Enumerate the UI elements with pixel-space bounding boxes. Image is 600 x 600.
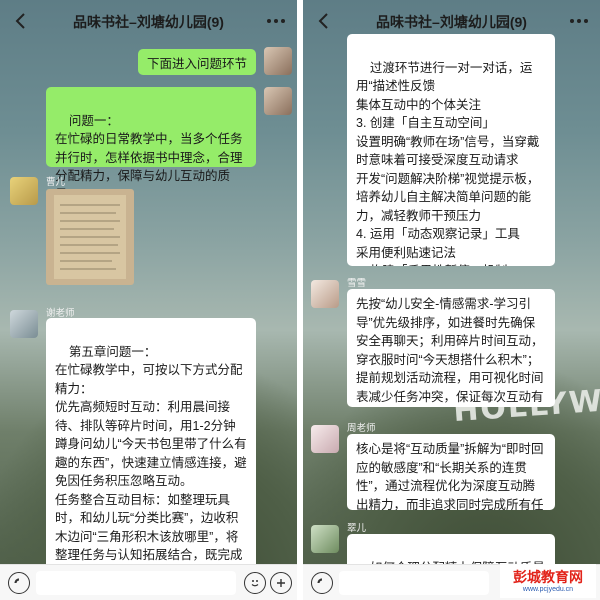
member-message-bubble[interactable]: 第五章问题一： 在忙碌教学中，可按以下方式分配精力： 优先高频短时互动：利用晨间…	[46, 318, 256, 572]
chat-title: 品味书社–刘塘幼儿园(9)	[376, 14, 527, 30]
emoji-icon[interactable]	[244, 572, 266, 594]
back-arrow-icon[interactable]	[313, 10, 335, 32]
more-options-icon[interactable]	[265, 12, 287, 30]
member-avatar[interactable]	[311, 280, 339, 308]
back-arrow-icon[interactable]	[10, 10, 32, 32]
member-avatar[interactable]	[10, 177, 38, 205]
voice-input-icon[interactable]	[311, 572, 333, 594]
message-text: 下面进入问题环节	[147, 57, 248, 71]
sender-name: 曹儿	[46, 177, 66, 188]
self-avatar[interactable]	[264, 87, 292, 115]
right-chat-pane: HOLLYWOOD 品味书社–刘塘幼儿园(9) 过渡环节进行一对一对话，运用“描…	[303, 0, 600, 600]
sender-name: 谢老师	[46, 308, 75, 319]
sender-name: 翠儿	[347, 523, 367, 534]
watermark-url: www.pcjyedu.cn	[522, 585, 574, 593]
notebook-photo-icon	[54, 195, 126, 279]
watermark-title: 彭城教育网	[513, 569, 583, 586]
message-text: 过渡环节进行一对一对话，运用“描述性反馈 集体互动中的个体关注 3. 创建「自主…	[356, 60, 540, 267]
member-message-bubble[interactable]: 先按“幼儿安全-情感需求-学习引导”优先级排序，如进餐时先确保安全再聊天；利用碎…	[347, 289, 555, 407]
self-message-bubble[interactable]: 下面进入问题环节	[138, 49, 256, 75]
site-watermark: 彭城教育网 www.pcjyedu.cn	[500, 564, 596, 598]
sender-name: 雪雪	[347, 278, 367, 289]
left-chat-pane: 品味书社–刘塘幼儿园(9) 下面进入问题环节 问题一： 在忙碌的日常教学中，当多…	[0, 0, 297, 600]
message-text: 核心是将“互动质量”拆解为“即时回应的敏感度”和“长期关系的连贯性”，通过流程优…	[356, 442, 544, 510]
add-attachment-icon[interactable]	[270, 572, 292, 594]
member-avatar[interactable]	[311, 425, 339, 453]
self-message-bubble[interactable]: 问题一： 在忙碌的日常教学中，当多个任务并行时，怎样依据书中理念，合理分配精力，…	[46, 87, 256, 202]
member-message-bubble[interactable]: 过渡环节进行一对一对话，运用“描述性反馈 集体互动中的个体关注 3. 创建「自主…	[347, 34, 555, 266]
member-avatar[interactable]	[10, 310, 38, 338]
chat-header: 品味书社–刘塘幼儿园(9)	[0, 0, 297, 44]
shared-photo[interactable]	[46, 189, 134, 285]
more-options-icon[interactable]	[568, 12, 590, 30]
chat-title: 品味书社–刘塘幼儿园(9)	[73, 14, 224, 30]
voice-input-icon[interactable]	[8, 572, 30, 594]
input-bar: 彭城教育网 www.pcjyedu.cn	[303, 564, 600, 600]
message-input[interactable]	[339, 571, 489, 595]
member-avatar[interactable]	[311, 525, 339, 553]
self-avatar[interactable]	[264, 47, 292, 75]
sender-name: 周老师	[347, 423, 376, 434]
member-message-bubble[interactable]: 核心是将“互动质量”拆解为“即时回应的敏感度”和“长期关系的连贯性”，通过流程优…	[347, 434, 555, 510]
message-text: 先按“幼儿安全-情感需求-学习引导”优先级排序，如进餐时先确保安全再聊天；利用碎…	[356, 297, 544, 404]
input-bar	[0, 564, 297, 600]
message-input[interactable]	[36, 571, 236, 595]
message-text: 第五章问题一： 在忙碌教学中，可按以下方式分配精力： 优先高频短时互动：利用晨间…	[55, 344, 247, 573]
